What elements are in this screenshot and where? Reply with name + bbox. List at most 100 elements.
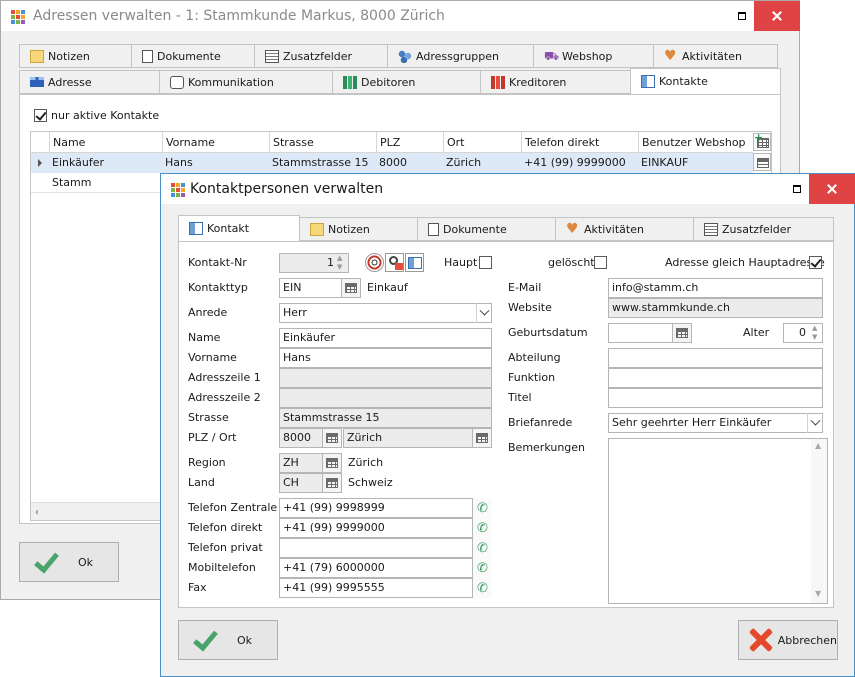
land-lookup-button[interactable] bbox=[322, 473, 342, 493]
grid-cell: Einkäufer bbox=[52, 156, 105, 169]
cancel-x-icon bbox=[749, 628, 772, 652]
tab-label: Kontakte bbox=[659, 75, 708, 88]
lookup-button[interactable] bbox=[365, 253, 384, 272]
main-window-title: Adressen verwalten - 1: Stammkunde Marku… bbox=[33, 8, 445, 24]
check-icon bbox=[32, 549, 58, 575]
grid-header-cell[interactable]: Ort bbox=[443, 132, 522, 153]
region-lookup-button[interactable] bbox=[322, 453, 342, 473]
label-telefon-zentrale: Telefon Zentrale bbox=[188, 501, 278, 514]
spin-icon[interactable]: ▲ ▼ bbox=[812, 324, 817, 342]
grid-edit-button[interactable] bbox=[753, 153, 771, 171]
dialog-cancel-button[interactable]: Abbrechen bbox=[738, 620, 838, 660]
mobiltelefon-field[interactable]: +41 (79) 6000000 bbox=[279, 558, 492, 578]
telefon-zentrale-field[interactable]: +41 (99) 9998999 bbox=[279, 498, 492, 518]
adresse-gleich-checkbox[interactable] bbox=[809, 256, 822, 269]
grid-header-cell[interactable]: PLZ bbox=[376, 132, 444, 153]
contact-card-button[interactable] bbox=[405, 253, 424, 272]
strasse-value: Stammstrasse 15 bbox=[283, 411, 380, 424]
adresszeile2-field[interactable] bbox=[279, 388, 492, 408]
grid-header-cell[interactable]: Benutzer Webshop bbox=[638, 132, 753, 153]
ok-label: Ok bbox=[237, 633, 253, 647]
tab-aktivitaeten[interactable]: ♥ Aktivitäten bbox=[555, 217, 694, 241]
tab-dokumente[interactable]: Dokumente bbox=[417, 217, 556, 241]
tab-adresse[interactable]: Adresse bbox=[19, 70, 160, 94]
funktion-field[interactable] bbox=[608, 368, 823, 388]
scroll-down-icon[interactable]: ▼ bbox=[815, 589, 821, 598]
chevron-down-icon[interactable] bbox=[476, 303, 492, 323]
calendar-button[interactable] bbox=[672, 323, 692, 343]
tab-debitoren[interactable]: Debitoren bbox=[332, 70, 481, 94]
tab-zusatzfelder[interactable]: Zusatzfelder bbox=[693, 217, 834, 241]
ort-field[interactable]: Zürich bbox=[343, 428, 492, 448]
bemerkungen-textarea[interactable] bbox=[608, 438, 828, 604]
anrede-select[interactable]: Herr bbox=[279, 303, 492, 323]
ort-lookup-button[interactable] bbox=[472, 428, 492, 448]
spin-icon[interactable]: ▲ ▼ bbox=[337, 254, 342, 272]
kontakttyp-lookup-button[interactable] bbox=[341, 278, 361, 298]
phone-icon[interactable]: ✆ bbox=[472, 578, 492, 598]
main-close-button[interactable] bbox=[754, 1, 800, 31]
grid-header-cell[interactable]: Strasse bbox=[269, 132, 377, 153]
label-geburtsdatum: Geburtsdatum bbox=[508, 326, 588, 339]
tab-aktivitaeten[interactable]: ♥ Aktivitäten bbox=[653, 44, 778, 68]
tab-label: Kontakt bbox=[207, 222, 250, 235]
website-field[interactable]: www.stammkunde.ch bbox=[608, 298, 823, 318]
email-field[interactable]: info@stamm.ch bbox=[608, 278, 823, 298]
kontakttyp-value: EIN bbox=[283, 281, 302, 294]
search-person-button[interactable] bbox=[385, 253, 404, 272]
tab-zusatzfelder[interactable]: Zusatzfelder bbox=[254, 44, 388, 68]
grid-header-cell[interactable]: Vorname bbox=[162, 132, 270, 153]
label-telefon-privat: Telefon privat bbox=[188, 541, 263, 554]
telefon-privat-field[interactable] bbox=[279, 538, 492, 558]
grid-header-cell[interactable]: Telefon direkt bbox=[521, 132, 639, 153]
telefon-direkt-field[interactable]: +41 (99) 9999000 bbox=[279, 518, 492, 538]
scroll-up-icon[interactable]: ▲ bbox=[815, 441, 821, 450]
vorname-field[interactable]: Hans bbox=[279, 348, 492, 368]
close-icon bbox=[827, 184, 837, 194]
tab-dokumente[interactable]: Dokumente bbox=[131, 44, 255, 68]
briefanrede-select[interactable]: Sehr geehrter Herr Einkäufer bbox=[608, 413, 823, 433]
only-active-checkbox[interactable] bbox=[34, 109, 47, 122]
plz-lookup-button[interactable] bbox=[322, 428, 342, 448]
grid-header-cell[interactable]: Name bbox=[49, 132, 163, 153]
dialog-title: Kontaktpersonen verwalten bbox=[190, 181, 384, 197]
calendar-icon bbox=[676, 328, 688, 338]
abteilung-field[interactable] bbox=[608, 348, 823, 368]
geloescht-checkbox[interactable] bbox=[594, 256, 607, 269]
website-value: www.stammkunde.ch bbox=[612, 301, 730, 314]
dialog-close-button[interactable] bbox=[809, 174, 855, 204]
phone-icon[interactable]: ✆ bbox=[472, 538, 492, 558]
phone-icon[interactable]: ✆ bbox=[472, 518, 492, 538]
tab-adressgruppen[interactable]: Adressgruppen bbox=[387, 44, 534, 68]
document-icon bbox=[428, 222, 439, 236]
tab-webshop[interactable]: ⛟ Webshop bbox=[533, 44, 654, 68]
tab-kontakte[interactable]: Kontakte bbox=[630, 68, 781, 95]
chevron-down-icon[interactable] bbox=[807, 413, 823, 433]
scroll-left-icon[interactable]: ‹ bbox=[35, 507, 39, 518]
table-row[interactable]: Einkäufer Hans Stammstrasse 15 8000 Züri… bbox=[31, 153, 753, 173]
label-funktion: Funktion bbox=[508, 371, 556, 384]
tab-notizen[interactable]: Notizen bbox=[299, 217, 418, 241]
tab-kontakt[interactable]: Kontakt bbox=[178, 215, 300, 242]
adresszeile1-field[interactable] bbox=[279, 368, 492, 388]
table-icon bbox=[326, 458, 338, 468]
name-field[interactable]: Einkäufer bbox=[279, 328, 492, 348]
strasse-field[interactable]: Stammstrasse 15 bbox=[279, 408, 492, 428]
dialog-titlebar: Kontaktpersonen verwalten bbox=[161, 174, 855, 204]
tab-notizen[interactable]: Notizen bbox=[19, 44, 132, 68]
bemerkungen-scrollbar[interactable]: ▲ ▼ bbox=[811, 439, 827, 603]
tab-label: Notizen bbox=[48, 49, 90, 63]
fax-field[interactable]: +41 (99) 9995555 bbox=[279, 578, 492, 598]
haupt-checkbox[interactable] bbox=[479, 256, 492, 269]
main-ok-button[interactable]: Ok bbox=[19, 542, 119, 582]
minimize-icon bbox=[738, 12, 746, 20]
tab-kreditoren[interactable]: Kreditoren bbox=[480, 70, 631, 94]
telefon-zentrale-value: +41 (99) 9998999 bbox=[283, 501, 385, 514]
dialog-ok-button[interactable]: Ok bbox=[178, 620, 278, 660]
phone-icon[interactable]: ✆ bbox=[472, 558, 492, 578]
grid-add-button[interactable]: + bbox=[753, 131, 771, 151]
tab-kommunikation[interactable]: Kommunikation bbox=[159, 70, 333, 94]
titel-field[interactable] bbox=[608, 388, 823, 408]
phone-icon[interactable]: ✆ bbox=[472, 498, 492, 518]
fields-icon bbox=[704, 222, 718, 236]
